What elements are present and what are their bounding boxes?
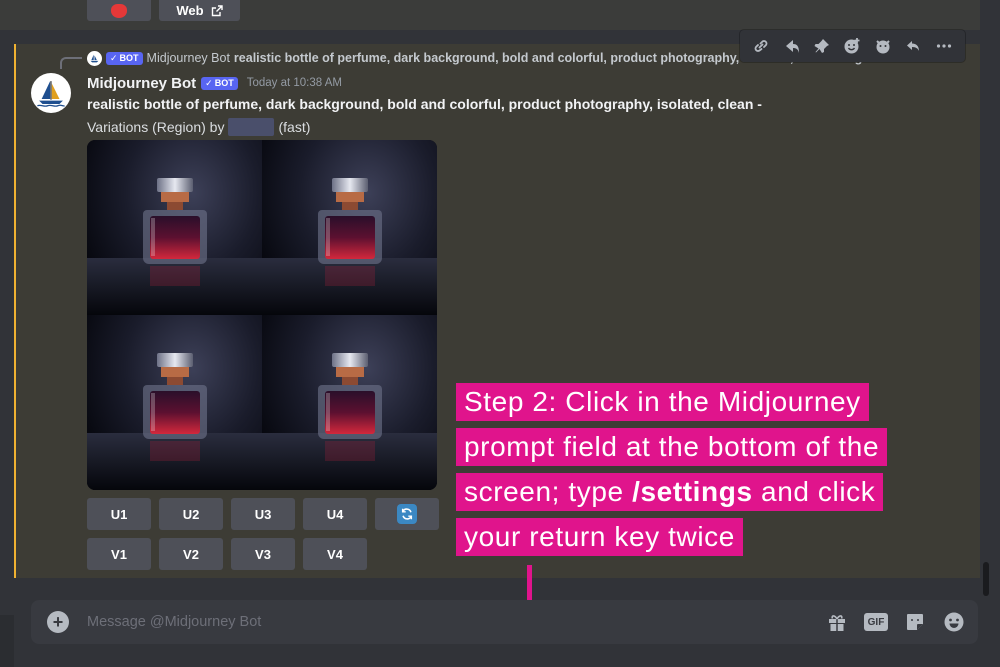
v1-button[interactable]: V1 xyxy=(87,538,151,570)
variation-prefix: Variations (Region) by xyxy=(87,119,225,135)
reply-author: Midjourney Bot xyxy=(146,51,230,65)
reply-avatar xyxy=(87,50,102,66)
u2-button[interactable]: U2 xyxy=(159,498,223,530)
sailboat-logo-icon xyxy=(37,81,65,107)
callout-line-4: your return key twice xyxy=(456,518,743,556)
bot-badge-label: BOT xyxy=(214,77,234,88)
web-button-label: Web xyxy=(176,3,204,18)
perfume-image xyxy=(87,140,262,315)
variation-line: Variations (Region) by (fast) xyxy=(87,118,310,136)
heart-icon xyxy=(111,3,127,18)
author-name[interactable]: Midjourney Bot xyxy=(87,75,196,92)
link-icon[interactable] xyxy=(750,35,772,57)
settings-command: /settings xyxy=(632,476,753,507)
v2-button[interactable]: V2 xyxy=(159,538,223,570)
v4-button[interactable]: V4 xyxy=(303,538,367,570)
more-icon[interactable] xyxy=(933,35,955,57)
scrollbar-thumb[interactable] xyxy=(983,562,989,596)
callout-line-1: Step 2: Click in the Midjourney xyxy=(456,383,869,421)
refresh-icon xyxy=(397,504,417,524)
timestamp: Today at 10:38 AM xyxy=(246,77,342,89)
bot-badge: ✓ BOT xyxy=(201,76,238,90)
app-icon[interactable] xyxy=(872,35,894,57)
sticker-icon[interactable] xyxy=(903,610,927,634)
instruction-callout: Step 2: Click in the Midjourney prompt f… xyxy=(456,383,888,563)
gif-label: GIF xyxy=(864,613,888,631)
variation-row: V1 V2 V3 V4 xyxy=(87,538,367,570)
message-header: Midjourney Bot ✓ BOT Today at 10:38 AM xyxy=(87,73,342,93)
upscale-row: U1 U2 U3 U4 xyxy=(87,498,439,530)
gif-icon[interactable]: GIF xyxy=(864,610,888,634)
heart-button[interactable] xyxy=(87,0,151,21)
web-button[interactable]: Web xyxy=(159,0,240,21)
emoji-icon[interactable] xyxy=(942,610,966,634)
prompt-text: realistic bottle of perfume, dark backgr… xyxy=(87,96,762,112)
u1-button[interactable]: U1 xyxy=(87,498,151,530)
perfume-image xyxy=(262,315,437,490)
perfume-image xyxy=(262,140,437,315)
callout-line-2: prompt field at the bottom of the xyxy=(456,428,888,466)
message-composer: + GIF xyxy=(31,600,978,644)
reroll-button[interactable] xyxy=(375,498,439,530)
perfume-image xyxy=(87,315,262,490)
composer-icons: GIF xyxy=(825,610,966,634)
reply-icon[interactable] xyxy=(902,35,924,57)
callout-line-3-start: screen; type xyxy=(464,476,633,507)
callout-line-3: screen; type /settings and click xyxy=(456,473,884,511)
pin-icon[interactable] xyxy=(811,35,833,57)
callout-line-3-end: and click xyxy=(752,476,876,507)
scrollbar-track[interactable] xyxy=(982,0,990,595)
reply-bot-badge: ✓ BOT xyxy=(106,51,143,65)
add-reaction-icon[interactable] xyxy=(841,35,863,57)
forward-icon[interactable] xyxy=(781,35,803,57)
external-link-icon xyxy=(211,4,223,16)
gift-icon[interactable] xyxy=(825,610,849,634)
reply-bot-badge-label: BOT xyxy=(119,52,139,63)
u4-button[interactable]: U4 xyxy=(303,498,367,530)
reply-spine xyxy=(60,57,82,69)
message-toolbar xyxy=(740,30,965,62)
u3-button[interactable]: U3 xyxy=(231,498,295,530)
v3-button[interactable]: V3 xyxy=(231,538,295,570)
variation-suffix: (fast) xyxy=(278,119,311,135)
avatar[interactable] xyxy=(31,73,71,113)
redacted-username xyxy=(228,118,275,136)
left-strip xyxy=(0,615,14,667)
message-input[interactable] xyxy=(87,614,825,630)
plus-icon[interactable]: + xyxy=(47,611,69,633)
image-grid[interactable] xyxy=(87,140,437,490)
